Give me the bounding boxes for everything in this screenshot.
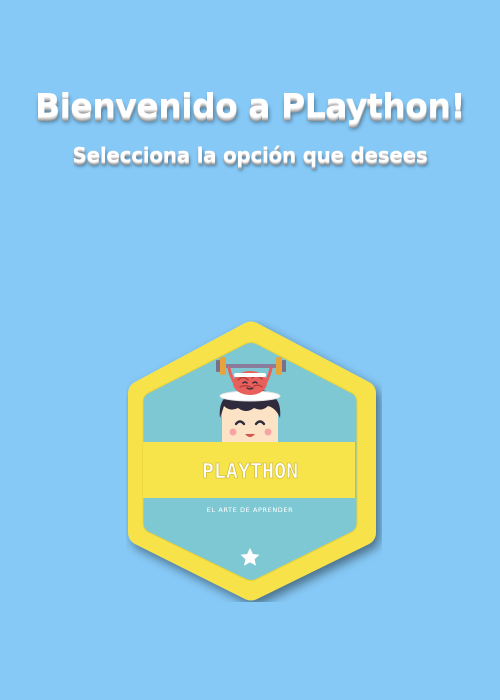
instruction-subtitle: Selecciona la opción que desees bbox=[72, 143, 428, 167]
boy-face-icon bbox=[219, 389, 281, 442]
plaython-logo-badge[interactable]: PLAYTHON EL ARTE DE APRENDER bbox=[126, 320, 382, 602]
brand-tagline: EL ARTE DE APRENDER bbox=[207, 506, 294, 514]
badge-graphic: PLAYTHON EL ARTE DE APRENDER bbox=[128, 321, 376, 601]
welcome-title: Bienvenido a PLaython! bbox=[34, 86, 466, 125]
welcome-screen: Bienvenido a PLaython! Selecciona la opc… bbox=[0, 0, 500, 700]
brand-name: PLAYTHON bbox=[202, 459, 298, 483]
